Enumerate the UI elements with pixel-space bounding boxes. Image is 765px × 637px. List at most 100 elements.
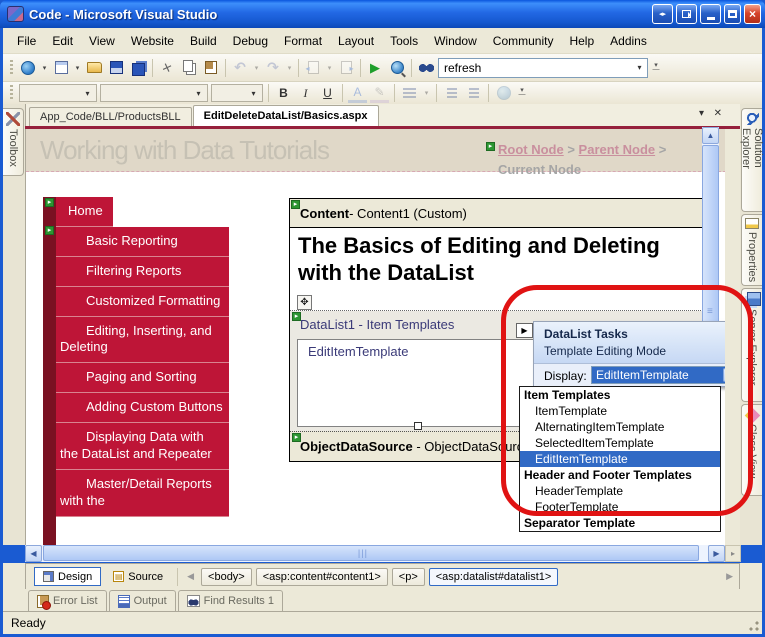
tab-basics-aspx[interactable]: EditDeleteDataList/Basics.aspx <box>192 105 379 126</box>
nav-item-filtering-reports[interactable]: Filtering Reports <box>56 256 229 287</box>
nav-item-editing-inserting-deleting[interactable]: Editing, Inserting, and Deleting <box>56 316 229 364</box>
content-placeholder-header[interactable]: Content - Content1 (Custom) <box>290 199 703 228</box>
document-list-dropdown-icon[interactable]: ▾ <box>699 108 704 119</box>
font-size-combo[interactable]: ▾ <box>211 84 263 102</box>
resize-grip[interactable] <box>747 619 760 632</box>
smart-tag-glyph[interactable]: ▸ <box>486 142 495 151</box>
menu-format[interactable]: Format <box>276 30 330 52</box>
new-website-dropdown[interactable]: ▾ <box>40 64 49 72</box>
target-rule-combo[interactable]: ▾ <box>19 84 97 102</box>
find-in-files-button[interactable] <box>416 58 436 78</box>
new-website-button[interactable] <box>18 58 38 78</box>
horizontal-scrollbar[interactable]: ◀ ▶ <box>25 545 725 562</box>
nav-item-paging-sorting[interactable]: Paging and Sorting <box>56 363 229 394</box>
menu-addins[interactable]: Addins <box>602 30 655 52</box>
scroll-left-icon[interactable]: ◀ <box>25 545 42 562</box>
output-tab[interactable]: Output <box>108 590 176 611</box>
nav-item-displaying-data[interactable]: Displaying Data with the DataList and Re… <box>56 423 229 470</box>
toolbar-overflow-button[interactable]: ▾ — <box>516 87 528 98</box>
browse-with-button[interactable] <box>387 58 407 78</box>
undo-dropdown[interactable]: ▾ <box>252 64 261 72</box>
hyperlink-button[interactable] <box>494 84 513 103</box>
start-debugging-button[interactable]: ▶ <box>365 58 385 78</box>
tag-body-button[interactable]: <body> <box>201 567 252 586</box>
bold-button[interactable]: B <box>274 84 293 103</box>
maximize-button[interactable] <box>724 4 741 24</box>
design-view-button[interactable]: Design <box>34 567 102 586</box>
menu-debug[interactable]: Debug <box>225 30 276 52</box>
numbered-list-button[interactable] <box>442 84 461 103</box>
source-view-button[interactable]: ▤ Source <box>105 567 171 586</box>
resize-handle[interactable] <box>414 422 422 430</box>
alignment-dropdown[interactable]: ▾ <box>422 89 431 97</box>
navigate-forward-button[interactable] <box>336 58 356 78</box>
toolbar-grip[interactable] <box>10 85 13 101</box>
redo-dropdown[interactable]: ▾ <box>285 64 294 72</box>
smart-tag-glyph[interactable]: ▸ <box>45 226 54 235</box>
search-combo[interactable]: refresh ▾ <box>438 57 648 78</box>
add-new-item-button[interactable] <box>51 58 71 78</box>
smart-tag-glyph[interactable]: ▸ <box>291 200 300 209</box>
breadcrumb-root-link[interactable]: Root Node <box>498 142 564 157</box>
class-view-tab[interactable]: Class View <box>741 404 762 496</box>
menu-view[interactable]: View <box>81 30 123 52</box>
highlight-button[interactable]: ✎ <box>370 84 389 103</box>
move-handle-icon[interactable]: ✥ <box>297 295 312 310</box>
scroll-up-icon[interactable]: ▲ <box>702 127 719 144</box>
close-document-icon[interactable]: ✕ <box>714 108 722 119</box>
open-file-button[interactable] <box>84 58 104 78</box>
menu-website[interactable]: Website <box>123 30 182 52</box>
smart-tag-glyph[interactable]: ▸ <box>45 198 54 207</box>
toolbox-tab[interactable]: Toolbox <box>3 108 24 176</box>
add-new-item-dropdown[interactable]: ▾ <box>73 64 82 72</box>
bullet-list-button[interactable] <box>464 84 483 103</box>
solution-explorer-tab[interactable]: Solution Explorer <box>740 108 764 212</box>
dock-arrows-button[interactable]: ◂▸ <box>652 4 673 24</box>
toolbar-grip[interactable] <box>10 59 13 76</box>
navigate-backward-dropdown[interactable]: ▾ <box>325 64 334 72</box>
menu-build[interactable]: Build <box>182 30 225 52</box>
underline-button[interactable]: U <box>318 84 337 103</box>
scrollbar-corner-button[interactable]: ▸ <box>725 545 741 562</box>
tab-productsbll[interactable]: App_Code/BLL/ProductsBLL <box>29 107 192 126</box>
navigate-backward-button[interactable] <box>303 58 323 78</box>
properties-tab[interactable]: Properties <box>741 214 762 286</box>
font-name-combo[interactable]: ▾ <box>100 84 208 102</box>
menu-edit[interactable]: Edit <box>44 30 81 52</box>
breadcrumb-parent-link[interactable]: Parent Node <box>579 142 656 157</box>
menu-window[interactable]: Window <box>426 30 485 52</box>
design-surface[interactable]: Working with Data Tutorials ▸ Root Node … <box>25 129 725 545</box>
paste-button[interactable] <box>201 58 221 78</box>
nav-item-master-detail[interactable]: Master/Detail Reports with the <box>56 469 229 517</box>
save-all-button[interactable] <box>128 58 148 78</box>
nav-item-home[interactable]: Home <box>56 197 113 227</box>
nav-item-customized-formatting[interactable]: Customized Formatting <box>56 286 229 317</box>
undo-button[interactable]: ↶ <box>230 58 250 78</box>
dropdown-item-itemtemplate[interactable]: ItemTemplate <box>520 403 720 419</box>
copy-button[interactable] <box>179 58 199 78</box>
display-combo-dropdown-icon[interactable]: ˅ <box>723 368 725 382</box>
redo-button[interactable]: ↷ <box>263 58 283 78</box>
menu-community[interactable]: Community <box>485 30 562 52</box>
find-results-tab[interactable]: Find Results 1 <box>177 590 283 611</box>
menu-layout[interactable]: Layout <box>330 30 382 52</box>
horizontal-scroll-thumb[interactable] <box>43 545 699 561</box>
alignment-button[interactable] <box>400 84 419 103</box>
dropdown-item-alternatingitemtemplate[interactable]: AlternatingItemTemplate <box>520 419 720 435</box>
toolbar-overflow-button[interactable]: ▾ — <box>650 62 662 73</box>
dropdown-item-footertemplate[interactable]: FooterTemplate <box>520 499 720 515</box>
tag-aspdatalist-button[interactable]: <asp:datalist#datalist1> <box>428 567 559 586</box>
font-color-button[interactable]: A <box>348 84 367 103</box>
float-window-button[interactable] <box>676 4 697 24</box>
menu-file[interactable]: File <box>9 30 44 52</box>
smart-tag-button[interactable]: ▶ <box>516 323 533 338</box>
save-button[interactable] <box>106 58 126 78</box>
display-template-combo[interactable]: EditItemTemplate ˅ <box>591 366 725 384</box>
menu-tools[interactable]: Tools <box>382 30 426 52</box>
nav-item-basic-reporting[interactable]: Basic Reporting <box>56 226 229 257</box>
tag-aspcontent-button[interactable]: <asp:content#content1> <box>255 567 388 586</box>
dropdown-item-edititemtemplate-selected[interactable]: EditItemTemplate <box>520 451 720 467</box>
tag-nav-left-icon[interactable]: ◀ <box>184 571 197 582</box>
dropdown-item-selecteditemtemplate[interactable]: SelectedItemTemplate <box>520 435 720 451</box>
server-explorer-tab[interactable]: Server Explorer <box>741 288 762 402</box>
